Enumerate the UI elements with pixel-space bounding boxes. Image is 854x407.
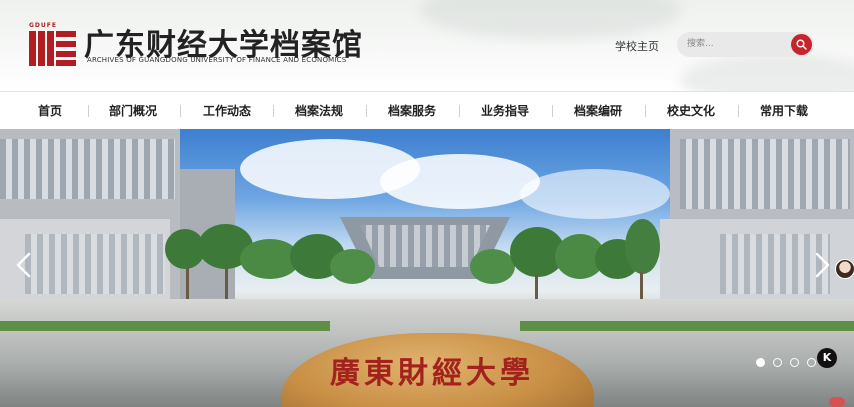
- search-icon: [796, 39, 807, 50]
- assistant-avatar-icon[interactable]: [835, 259, 854, 279]
- right-building-windows: [680, 139, 850, 209]
- left-building-windows: [0, 139, 175, 199]
- lawn-left: [0, 321, 330, 331]
- campus-stone-inscription: 廣東財經大學: [330, 356, 534, 391]
- header-cloud-decoration: [680, 55, 854, 91]
- site-header: GDUFE 广东财经大学档案馆 ARCHIVES OF GUANGDONG UN…: [0, 0, 854, 91]
- nav-item-department[interactable]: 部门概况: [109, 92, 157, 130]
- nav-divider: [273, 105, 274, 117]
- school-home-link[interactable]: 学校主页: [615, 38, 659, 54]
- sky-cloud: [520, 169, 670, 219]
- slide-dot-4[interactable]: [807, 358, 816, 367]
- slide-dot-2[interactable]: [773, 358, 782, 367]
- search-button[interactable]: [791, 34, 812, 55]
- tree: [330, 249, 375, 284]
- tree-trunk: [186, 267, 189, 302]
- main-nav: 首页 部门概况 工作动态 档案法规 档案服务 业务指导 档案编研 校史文化 常用…: [0, 91, 854, 130]
- nav-item-home[interactable]: 首页: [38, 92, 62, 130]
- next-slide-arrow[interactable]: [812, 252, 832, 278]
- nav-item-news[interactable]: 工作动态: [203, 92, 251, 130]
- search-box: [677, 32, 814, 57]
- slide-dot-1[interactable]: [756, 358, 765, 367]
- nav-item-compilation[interactable]: 档案编研: [574, 92, 622, 130]
- prev-slide-arrow[interactable]: [14, 252, 34, 278]
- hero-banner[interactable]: 廣東財經大學 K: [0, 129, 854, 407]
- sky-cloud: [380, 154, 540, 209]
- header-cloud-decoration: [420, 0, 680, 40]
- logo-mark-text: GDUFE: [29, 22, 57, 29]
- nav-item-services[interactable]: 档案服务: [388, 92, 436, 130]
- nav-divider: [180, 105, 181, 117]
- floating-k-button[interactable]: K: [817, 348, 837, 368]
- left-building-windows: [25, 234, 165, 294]
- nav-item-downloads[interactable]: 常用下载: [760, 92, 808, 130]
- search-input[interactable]: [687, 36, 782, 52]
- nav-divider: [738, 105, 739, 117]
- nav-item-guidance[interactable]: 业务指导: [481, 92, 529, 130]
- lawn-right: [520, 321, 854, 331]
- nav-divider: [645, 105, 646, 117]
- nav-divider: [459, 105, 460, 117]
- university-logo[interactable]: GDUFE: [29, 22, 77, 66]
- corner-widget-icon[interactable]: [829, 397, 845, 407]
- nav-item-history[interactable]: 校史文化: [667, 92, 715, 130]
- tree: [470, 249, 515, 284]
- slide-dot-3[interactable]: [790, 358, 799, 367]
- site-subtitle: ARCHIVES OF GUANGDONG UNIVERSITY OF FINA…: [87, 56, 347, 64]
- nav-divider: [366, 105, 367, 117]
- tree-trunk: [225, 267, 228, 302]
- nav-divider: [88, 105, 89, 117]
- tree: [625, 219, 660, 274]
- nav-item-regulations[interactable]: 档案法规: [295, 92, 343, 130]
- nav-divider: [552, 105, 553, 117]
